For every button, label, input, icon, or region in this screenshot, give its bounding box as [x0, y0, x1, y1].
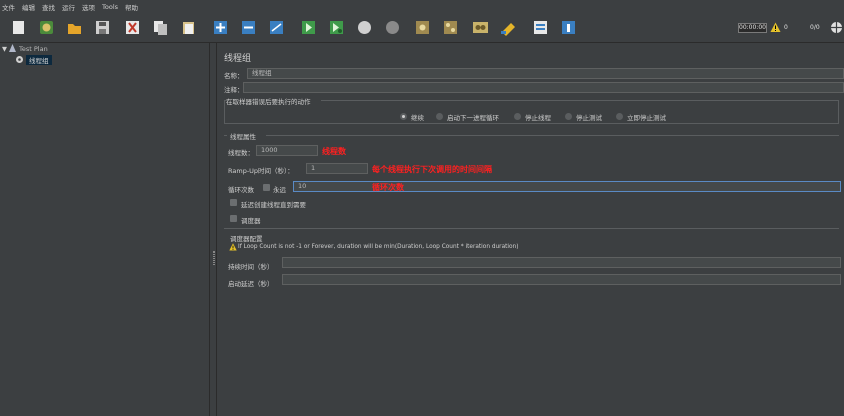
name-field[interactable]: 线程组	[247, 68, 844, 79]
radio-stop-test[interactable]	[565, 113, 572, 120]
threads-label: 线程数：	[228, 149, 254, 157]
help-icon[interactable]	[560, 19, 577, 36]
clear-icon[interactable]	[414, 19, 431, 36]
duration-field[interactable]	[282, 257, 841, 268]
radio-continue[interactable]	[400, 113, 407, 120]
function-helper-icon[interactable]	[532, 19, 549, 36]
menu-options[interactable]: 选项	[82, 2, 95, 12]
menu-tools[interactable]: Tools	[102, 3, 118, 11]
menu-bar: 文件 编辑 查找 运行 选项 Tools 帮助	[0, 0, 844, 13]
forever-label: 永远	[273, 186, 286, 194]
radio-start-next-loop[interactable]	[436, 113, 443, 120]
copy-icon[interactable]	[152, 19, 169, 36]
forever-checkbox[interactable]	[263, 184, 270, 191]
threads-field[interactable]: 1000	[256, 145, 318, 156]
active-threads-ratio: 0/0	[810, 24, 820, 31]
error-section-title: 在取样器错误后要执行的动作	[226, 98, 311, 106]
comment-label: 注释：	[224, 86, 244, 94]
expand-arrow-icon[interactable]: ▼	[2, 45, 7, 53]
name-label: 名称：	[224, 72, 244, 80]
loop-annotation: 循环次数	[372, 183, 404, 192]
elapsed-timer: 00:00:00	[738, 23, 767, 33]
props-section-title: 线程属性	[230, 133, 256, 141]
startup-delay-field[interactable]	[282, 274, 841, 285]
duration-label: 持续时间（秒）	[228, 263, 274, 271]
page-title: 线程组	[224, 54, 252, 64]
clear-all-icon[interactable]	[442, 19, 459, 36]
expand-icon[interactable]	[212, 19, 229, 36]
test-plan-tree: ▼ Test Plan 线程组	[0, 43, 210, 416]
radio-stop-test-now[interactable]	[616, 113, 623, 120]
shutdown-icon[interactable]	[384, 19, 401, 36]
section-border	[224, 123, 839, 124]
section-border	[838, 100, 839, 123]
cut-icon[interactable]	[124, 19, 141, 36]
radio-stop-test-label: 停止测试	[576, 114, 602, 122]
warning-icon[interactable]	[770, 22, 781, 35]
templates-icon[interactable]	[38, 19, 55, 36]
menu-edit[interactable]: 编辑	[22, 2, 35, 12]
warning-icon	[229, 243, 237, 253]
radio-stop-test-now-label: 立即停止测试	[627, 114, 666, 122]
menu-file[interactable]: 文件	[2, 2, 15, 12]
delay-thread-checkbox[interactable]	[230, 199, 237, 206]
radio-start-next-loop-label: 启动下一进程循环	[447, 114, 499, 122]
toggle-icon[interactable]	[268, 19, 285, 36]
tree-node-test-plan[interactable]: ▼ Test Plan	[2, 44, 48, 54]
section-border	[224, 228, 839, 229]
scheduler-label: 调度器	[241, 217, 261, 225]
rampup-label: Ramp-Up时间（秒）：	[228, 167, 294, 175]
start-no-pause-icon[interactable]	[328, 19, 345, 36]
section-border	[266, 135, 839, 136]
toolbar: 00:00:00 0 0/0	[0, 13, 844, 43]
open-icon[interactable]	[66, 19, 83, 36]
stop-icon[interactable]	[356, 19, 373, 36]
radio-stop-thread[interactable]	[514, 113, 521, 120]
warning-count: 0	[784, 24, 788, 31]
menu-search[interactable]: 查找	[42, 2, 55, 12]
loop-label: 循环次数	[228, 186, 254, 194]
search-icon[interactable]	[472, 19, 489, 36]
section-border	[321, 100, 839, 101]
radio-continue-label: 继续	[411, 114, 424, 122]
paste-icon[interactable]	[180, 19, 197, 36]
rampup-annotation: 每个线程执行下次调用的时间间隔	[372, 165, 492, 174]
test-plan-icon	[9, 44, 16, 54]
split-pane-grip[interactable]	[213, 251, 215, 265]
comment-field[interactable]	[243, 82, 844, 93]
menu-help[interactable]: 帮助	[125, 2, 138, 12]
thread-group-panel: 线程组 名称： 线程组 注释： 在取样器错误后要执行的动作 继续 启动下一进程循…	[218, 43, 844, 416]
radio-stop-thread-label: 停止线程	[525, 114, 551, 122]
split-pane-divider[interactable]	[211, 43, 217, 416]
threads-annotation: 线程数	[322, 147, 346, 156]
menu-run[interactable]: 运行	[62, 2, 75, 12]
new-icon[interactable]	[10, 19, 27, 36]
tree-node-thread-group[interactable]: 线程组	[15, 55, 52, 65]
tree-label-thread-group: 线程组	[26, 55, 52, 65]
rampup-field[interactable]: 1	[306, 163, 368, 174]
startup-delay-label: 启动延迟（秒）	[228, 280, 274, 288]
section-border	[224, 135, 227, 136]
tree-label-test-plan: Test Plan	[19, 45, 48, 53]
scheduler-checkbox[interactable]	[230, 215, 237, 222]
remote-globe-icon[interactable]	[830, 21, 843, 36]
scheduler-warning: If Loop Count is not -1 or Forever, dura…	[238, 244, 519, 250]
delay-thread-label: 延迟创建线程直到需要	[241, 201, 306, 209]
start-icon[interactable]	[300, 19, 317, 36]
collapse-icon[interactable]	[240, 19, 257, 36]
reset-search-icon[interactable]	[500, 19, 517, 36]
section-border	[224, 100, 225, 123]
gear-icon	[15, 55, 24, 66]
save-icon[interactable]	[94, 19, 111, 36]
sched-section-title: 调度器配置	[230, 235, 263, 243]
